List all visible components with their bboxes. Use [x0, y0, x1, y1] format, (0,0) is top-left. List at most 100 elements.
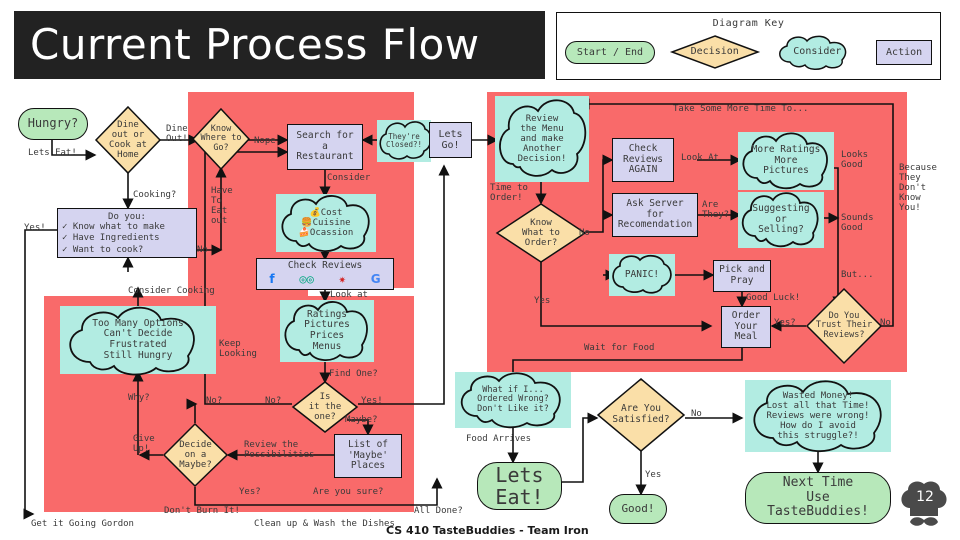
edge-find-one: Find One?	[329, 369, 378, 379]
key-item-decision: Decision	[669, 35, 760, 69]
edge-no-q-right: No?	[265, 396, 282, 406]
key-label-consider: Consider	[793, 46, 842, 58]
node-search-restaurant-label: Search for a Restaurant	[296, 130, 354, 163]
node-ratings-pictures[interactable]: Ratings Pictures Prices Menus	[280, 300, 374, 362]
node-search-restaurant[interactable]: Search for a Restaurant	[287, 124, 363, 170]
node-is-it-the-one-label: Is it the one?	[308, 391, 342, 423]
node-know-what-order-label: Know What to Order?	[522, 217, 560, 249]
edge-cooking: Cooking?	[133, 190, 177, 200]
edge-yes-q-trust: Yes?	[774, 318, 796, 328]
node-panic[interactable]: PANIC!	[609, 254, 675, 296]
node-lets-eat-end[interactable]: Lets Eat!	[477, 462, 562, 510]
edge-yes-excl: Yes!	[24, 223, 46, 233]
node-suggesting-or-selling[interactable]: Suggesting or Selling?	[738, 192, 824, 248]
node-list-maybe-places[interactable]: List of 'Maybe' Places	[334, 434, 402, 478]
do-you-item-2: ✓ Want to cook?	[62, 244, 144, 255]
node-what-if-i[interactable]: What if I... Ordered Wrong? Don't Like i…	[455, 372, 571, 429]
node-know-what-to-order[interactable]: Know What to Order?	[495, 203, 587, 263]
node-decide-maybe-label: Decide on a Maybe?	[179, 439, 212, 471]
node-suggesting-selling-label: Suggesting or Selling?	[752, 203, 810, 236]
node-are-you-satisfied[interactable]: Are You Satisfied?	[596, 378, 686, 452]
edge-yes-satisfied: Yes	[645, 470, 662, 480]
edge-are-they: Are They?	[702, 200, 730, 221]
node-do-you-heading: Do you:	[108, 212, 146, 222]
edge-lets-eat: Lets Eat!	[28, 148, 77, 158]
piggy-bank-icon: 💰	[309, 207, 321, 218]
edge-no-q-left: No?	[206, 396, 223, 406]
diagram-key: Diagram Key Start / End Decision Conside…	[556, 12, 941, 80]
key-item-start-end: Start / End	[564, 40, 656, 64]
edge-nope: Nope	[254, 136, 276, 146]
node-do-you-trust-label: Do You Trust Their Reviews?	[815, 310, 873, 340]
node-theyre-closed[interactable]: They're Closed?!	[377, 120, 432, 162]
tripadvisor-icon[interactable]: ◎◎	[299, 272, 313, 286]
node-cost-cuisine-ocassion[interactable]: 💰Cost 🍔Cuisine 🍰Ocassion	[276, 194, 376, 252]
slide-canvas: Current Process Flow Diagram Key Start /…	[0, 0, 960, 540]
edge-yes-q: Yes?	[239, 487, 261, 497]
edge-look-at: Look at	[330, 290, 368, 300]
key-label-action: Action	[886, 46, 923, 58]
node-decide-on-a-maybe[interactable]: Decide on a Maybe?	[162, 422, 229, 488]
slide-title-banner: Current Process Flow	[14, 11, 545, 79]
node-next-time-tastebuddies[interactable]: Next Time Use TasteBuddies!	[745, 472, 891, 524]
node-wasted-money[interactable]: Wasted Money! Lost all that Time! Review…	[745, 380, 891, 452]
chef-hat-mustache-icon	[896, 478, 952, 534]
facebook-icon[interactable]: f	[269, 272, 274, 286]
node-what-if-i-label: What if I... Ordered Wrong? Don't Like i…	[477, 384, 549, 414]
node-check-reviews[interactable]: Check Reviews f ◎◎ ✷ G	[256, 258, 394, 290]
node-know-where-to-go[interactable]: Know Where to Go?	[191, 107, 251, 171]
edge-why: Why?	[128, 393, 150, 403]
node-lets-go-label: Lets Go!	[438, 128, 463, 151]
key-item-consider: Consider	[774, 35, 860, 70]
node-panic-label: PANIC!	[624, 268, 660, 280]
node-pick-and-pray[interactable]: Pick and Pray	[713, 260, 771, 292]
node-order-your-meal[interactable]: Order Your Meal	[721, 306, 771, 348]
yelp-icon[interactable]: ✷	[339, 272, 346, 286]
ocassion-row: 🍰Ocassion	[298, 228, 354, 239]
node-good[interactable]: Good!	[609, 494, 667, 524]
node-do-you-trust-reviews[interactable]: Do You Trust Their Reviews?	[805, 287, 883, 365]
check-icon: ✓	[62, 244, 68, 255]
edge-good-luck: Good Luck!	[746, 293, 801, 303]
key-item-action: Action	[876, 39, 933, 65]
node-check-reviews-label: Check Reviews	[287, 260, 363, 271]
edge-sounds-good: Sounds Good	[841, 213, 874, 234]
check-icon: ✓	[62, 222, 68, 232]
edge-yes-order: Yes	[534, 296, 551, 306]
node-wasted-money-label: Wasted Money! Lost all that Time! Review…	[766, 390, 870, 442]
edge-have-to-eat-out: Have To Eat out	[211, 186, 233, 227]
node-is-it-the-one[interactable]: Is it the one?	[291, 381, 359, 433]
node-hungry[interactable]: Hungry?	[18, 108, 88, 140]
edge-no-left: No	[197, 245, 208, 255]
edge-gordon: Get it Going Gordon	[31, 519, 134, 529]
node-too-many-options[interactable]: Too Many Options Can't Decide Frustrated…	[60, 306, 216, 376]
edge-yes-excl2: Yes!	[361, 396, 383, 406]
check-icon: ✓	[62, 233, 68, 244]
edge-clean-up: Clean up & Wash the Dishes	[254, 519, 395, 529]
node-more-ratings[interactable]: More Ratings More Pictures	[738, 132, 834, 190]
node-lets-go[interactable]: Lets Go!	[429, 122, 472, 158]
cake-icon: 🍰	[298, 228, 310, 239]
do-you-item-1: ✓ Have Ingredients	[62, 233, 160, 244]
node-do-you[interactable]: Do you: ✓ Know what to make ✓ Have Ingre…	[57, 208, 197, 258]
key-label-start-end: Start / End	[576, 46, 644, 58]
node-ask-server[interactable]: Ask Server for Recomendation	[612, 193, 698, 237]
node-review-menu-label: Review the Menu and make Another Decisio…	[517, 113, 567, 165]
google-icon[interactable]: G	[371, 272, 381, 286]
node-check-reviews-again[interactable]: Check Reviews AGAIN	[612, 138, 674, 182]
edge-looks-good: Looks Good	[841, 150, 869, 171]
do-you-item-0: ✓ Know what to make	[62, 222, 165, 232]
diagram-key-title: Diagram Key	[712, 18, 785, 29]
node-are-you-satisfied-label: Are You Satisfied?	[612, 403, 670, 425]
edge-food-arrives: Food Arrives	[466, 434, 532, 444]
node-dine-or-cook[interactable]: Dine out or Cook at Home	[94, 105, 162, 175]
edge-but: But...	[841, 270, 874, 280]
node-check-reviews-again-label: Check Reviews AGAIN	[622, 143, 664, 176]
edge-are-you-sure: Are you sure?	[313, 487, 384, 497]
edge-dine-out: Dine Out!	[166, 124, 188, 145]
burger-icon: 🍔	[301, 217, 313, 228]
edge-wait-for-food: Wait for Food	[584, 343, 655, 353]
page-title: Current Process Flow	[30, 20, 480, 69]
edge-give-up: Give Up!	[133, 434, 155, 455]
node-review-menu[interactable]: Review the Menu and make Another Decisio…	[495, 96, 589, 182]
